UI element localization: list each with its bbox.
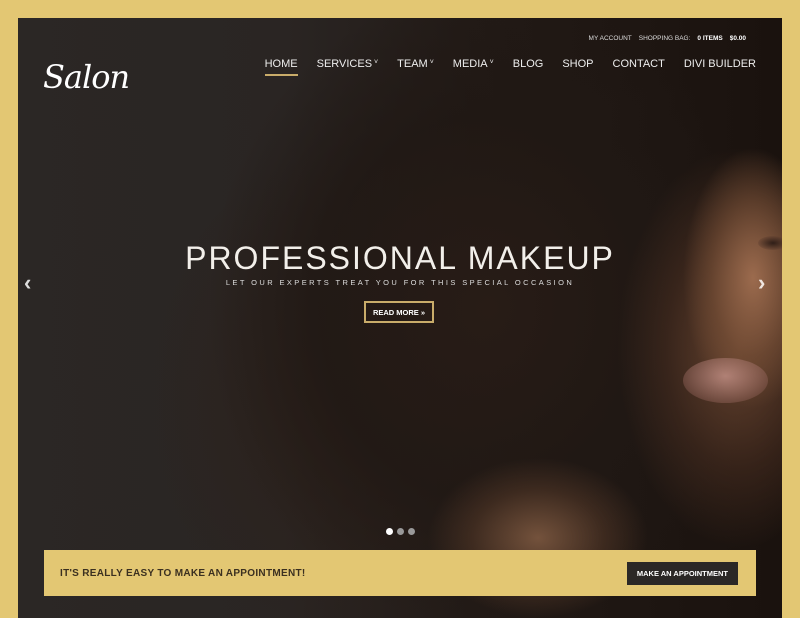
nav-label: CONTACT (612, 58, 665, 70)
chevron-down-icon: ˅ (489, 58, 494, 66)
nav-item-team[interactable]: TEAM ˅ (397, 58, 434, 76)
my-account-link[interactable]: My Account (589, 35, 632, 42)
nav-item-media[interactable]: MEDIA ˅ (453, 58, 494, 76)
nav-label: MEDIA (452, 58, 488, 70)
website-frame: Salon My Account Shopping Bag: 0 Items $… (18, 18, 782, 618)
nav-item-services[interactable]: SERVICES ˅ (317, 58, 379, 76)
shopping-bag-link[interactable]: Shopping Bag: (639, 35, 691, 42)
read-more-button[interactable]: READ MORE » (364, 301, 434, 323)
nav-label: SHOP (562, 58, 594, 70)
appointment-cta-bar: IT'S REALLY EASY TO MAKE AN APPOINTMENT!… (44, 550, 756, 596)
nav-item-blog[interactable]: BLOG (513, 58, 544, 76)
nav-label: BLOG (512, 58, 544, 70)
nav-item-shop[interactable]: SHOP (562, 58, 593, 76)
top-utility-bar: My Account Shopping Bag: 0 Items $0.00 (589, 35, 746, 42)
cart-items-count[interactable]: 0 Items (697, 35, 722, 42)
hero-image-lips (683, 358, 768, 403)
cta-text: IT'S REALLY EASY TO MAKE AN APPOINTMENT! (60, 567, 306, 579)
hero-subtitle: Let our experts treat you for this speci… (225, 278, 575, 287)
main-navigation: HOME SERVICES ˅ TEAM ˅ MEDIA ˅ BLOG SHOP CO… (264, 58, 756, 76)
slider-dot-2[interactable] (397, 528, 404, 535)
chevron-down-icon: ˅ (374, 58, 379, 66)
hero-title: PROFESSIONAL MAKEUP (185, 240, 615, 276)
nav-label: DIVI BUILDER (683, 58, 756, 70)
nav-item-home[interactable]: HOME (264, 58, 298, 76)
nav-item-divi-builder[interactable]: DIVI BUILDER (684, 58, 756, 76)
chevron-down-icon: ˅ (429, 58, 434, 66)
make-appointment-button[interactable]: MAKE AN APPOINTMENT (626, 561, 738, 585)
site-logo[interactable]: Salon (43, 58, 130, 96)
nav-label: SERVICES (316, 58, 373, 70)
slider-dot-3[interactable] (408, 528, 415, 535)
nav-item-contact[interactable]: CONTACT (613, 58, 665, 76)
slider-dot-1[interactable] (386, 528, 393, 535)
nav-label: TEAM (397, 58, 428, 70)
slider-pagination (386, 528, 415, 535)
cart-total[interactable]: $0.00 (730, 35, 746, 42)
nav-label: HOME (264, 58, 298, 70)
